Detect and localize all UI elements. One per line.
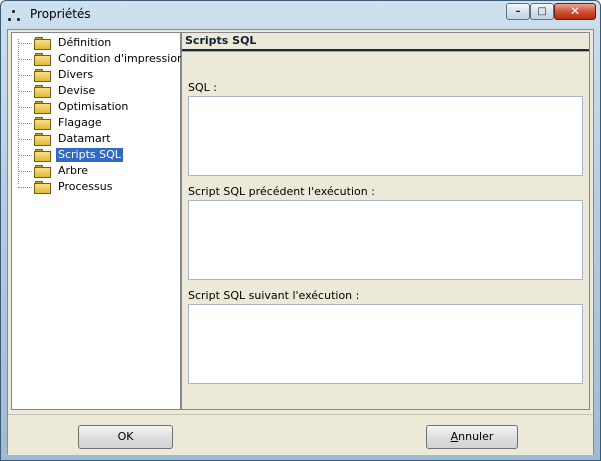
tree-item-optimisation[interactable]: Optimisation	[12, 99, 180, 115]
pre-execution-sql-label: Script SQL précédent l'exécution :	[188, 185, 375, 198]
maximize-button[interactable]: □	[530, 3, 554, 20]
title-bar[interactable]: Propriétés – □ ✕	[1, 1, 600, 29]
minimize-button[interactable]: –	[506, 3, 530, 20]
button-bar: OK Annuler	[8, 414, 593, 455]
tree-item-label: Condition d'impression	[58, 52, 185, 65]
minimize-icon: –	[515, 6, 521, 17]
folder-icon	[34, 69, 51, 82]
folder-icon	[34, 37, 51, 50]
app-icon	[8, 9, 22, 23]
tree-item-devise[interactable]: Devise	[12, 83, 180, 99]
folder-icon	[34, 149, 51, 162]
tree-item-label-selected: Scripts SQL	[56, 148, 123, 162]
tree-item-arbre[interactable]: Arbre	[12, 163, 180, 179]
panel-title: Scripts SQL	[185, 34, 257, 47]
post-execution-sql-label: Script SQL suivant l'exécution :	[188, 289, 360, 302]
folder-icon	[34, 53, 51, 66]
maximize-icon: □	[537, 6, 547, 17]
tree-item-datamart[interactable]: Datamart	[12, 131, 180, 147]
folder-icon	[34, 101, 51, 114]
close-icon: ✕	[569, 4, 581, 18]
ok-button[interactable]: OK	[78, 425, 173, 449]
tree-item-label: Devise	[58, 84, 96, 97]
folder-icon	[34, 165, 51, 178]
pre-execution-sql-textarea[interactable]	[188, 200, 583, 280]
post-execution-sql-textarea[interactable]	[188, 304, 583, 384]
tree-item-flagage[interactable]: Flagage	[12, 115, 180, 131]
tree-item-processus[interactable]: Processus	[12, 179, 180, 195]
tree-item-definition[interactable]: Définition	[12, 35, 180, 51]
panel-body: SQL : Script SQL précédent l'exécution :…	[182, 51, 589, 410]
folder-icon	[34, 133, 51, 146]
cancel-label: nnuler	[458, 430, 494, 443]
sql-label: SQL :	[188, 81, 217, 94]
close-button[interactable]: ✕	[554, 3, 596, 20]
sql-textarea[interactable]	[188, 96, 583, 176]
dialog-client-area: Définition Condition d'impression Divers…	[7, 29, 594, 455]
tree-item-label: Processus	[58, 180, 113, 193]
folder-icon	[34, 181, 51, 194]
category-tree[interactable]: Définition Condition d'impression Divers…	[11, 32, 184, 410]
tree-item-label: Arbre	[58, 164, 89, 177]
properties-window: Propriétés – □ ✕ Définition Condition d'…	[0, 0, 601, 461]
tree-item-label: Flagage	[58, 116, 102, 129]
tree-item-label: Optimisation	[58, 100, 129, 113]
tree-item-label: Définition	[58, 36, 112, 49]
folder-icon	[34, 85, 51, 98]
cancel-mnemonic: A	[450, 430, 459, 443]
tree-item-scripts-sql[interactable]: Scripts SQL	[12, 147, 180, 163]
cancel-button[interactable]: Annuler	[426, 425, 518, 449]
tree-item-label: Datamart	[58, 132, 111, 145]
tree-item-label: Divers	[58, 68, 94, 81]
scripts-sql-panel: Scripts SQL SQL : Script SQL précédent l…	[181, 32, 590, 410]
window-title: Propriétés	[30, 7, 91, 21]
folder-icon	[34, 117, 51, 130]
tree-item-divers[interactable]: Divers	[12, 67, 180, 83]
tree-item-condition-impression[interactable]: Condition d'impression	[12, 51, 184, 67]
